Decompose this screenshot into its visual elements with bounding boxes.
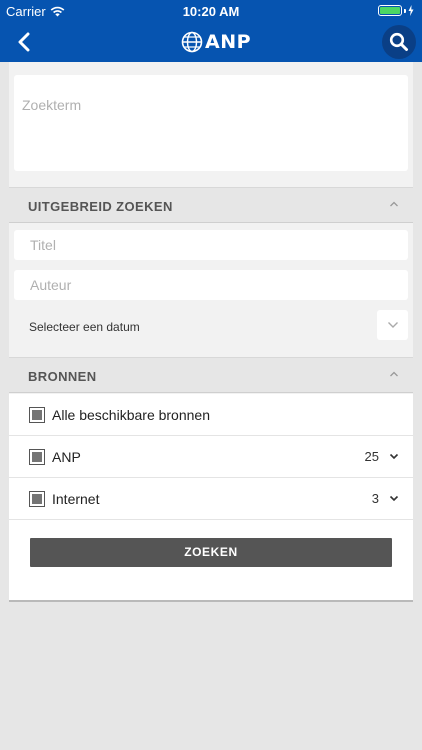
sources-header[interactable]: BRONNEN <box>9 357 413 393</box>
source-item-internet[interactable]: Internet 3 <box>9 478 413 520</box>
title-placeholder: Titel <box>30 237 56 253</box>
globe-icon <box>181 31 203 53</box>
sources-title: BRONNEN <box>28 369 97 384</box>
chevron-down-icon <box>387 322 398 328</box>
source-label: Internet <box>52 491 100 507</box>
chevron-up-icon[interactable] <box>389 200 399 208</box>
date-select-row[interactable]: Selecteer een datum <box>9 310 413 358</box>
source-checkbox[interactable] <box>29 449 45 465</box>
search-term-input[interactable]: Zoekterm <box>14 75 408 171</box>
source-label: Alle beschikbare bronnen <box>52 407 210 423</box>
source-label: ANP <box>52 449 81 465</box>
source-count: 25 <box>364 449 379 464</box>
battery-icon <box>378 5 402 16</box>
search-term-placeholder: Zoekterm <box>22 97 82 113</box>
sources-list: Alle beschikbare bronnen ANP 25 Internet… <box>9 394 413 600</box>
chevron-left-icon <box>18 32 30 52</box>
charging-icon <box>408 5 414 16</box>
chevron-up-icon[interactable] <box>389 370 399 378</box>
chevron-down-icon[interactable] <box>389 495 399 502</box>
date-dropdown[interactable] <box>377 310 408 340</box>
chevron-down-icon[interactable] <box>389 453 399 460</box>
source-checkbox[interactable] <box>29 491 45 507</box>
anp-logo: ANP <box>181 30 251 54</box>
source-item-all[interactable]: Alle beschikbare bronnen <box>9 394 413 436</box>
back-button[interactable] <box>12 30 36 54</box>
source-item-anp[interactable]: ANP 25 <box>9 436 413 478</box>
search-panel: Zoekterm UITGEBREID ZOEKEN Titel Auteur … <box>9 62 413 602</box>
source-checkbox[interactable] <box>29 407 45 423</box>
battery-indicator <box>378 5 414 16</box>
search-icon <box>389 32 408 51</box>
nav-bar: ANP <box>0 22 422 62</box>
advanced-search-header[interactable]: UITGEBREID ZOEKEN <box>9 187 413 223</box>
search-button[interactable] <box>382 25 416 59</box>
logo-text: ANP <box>205 31 252 53</box>
author-placeholder: Auteur <box>30 277 72 293</box>
author-field[interactable]: Auteur <box>14 270 408 300</box>
search-submit-button[interactable]: ZOEKEN <box>30 538 392 567</box>
title-field[interactable]: Titel <box>14 230 408 260</box>
clock: 10:20 AM <box>182 4 240 19</box>
advanced-search-title: UITGEBREID ZOEKEN <box>28 199 173 214</box>
date-label: Selecteer een datum <box>29 320 140 334</box>
source-count: 3 <box>371 491 379 506</box>
status-bar: Carrier 10:20 AM <box>0 0 422 22</box>
